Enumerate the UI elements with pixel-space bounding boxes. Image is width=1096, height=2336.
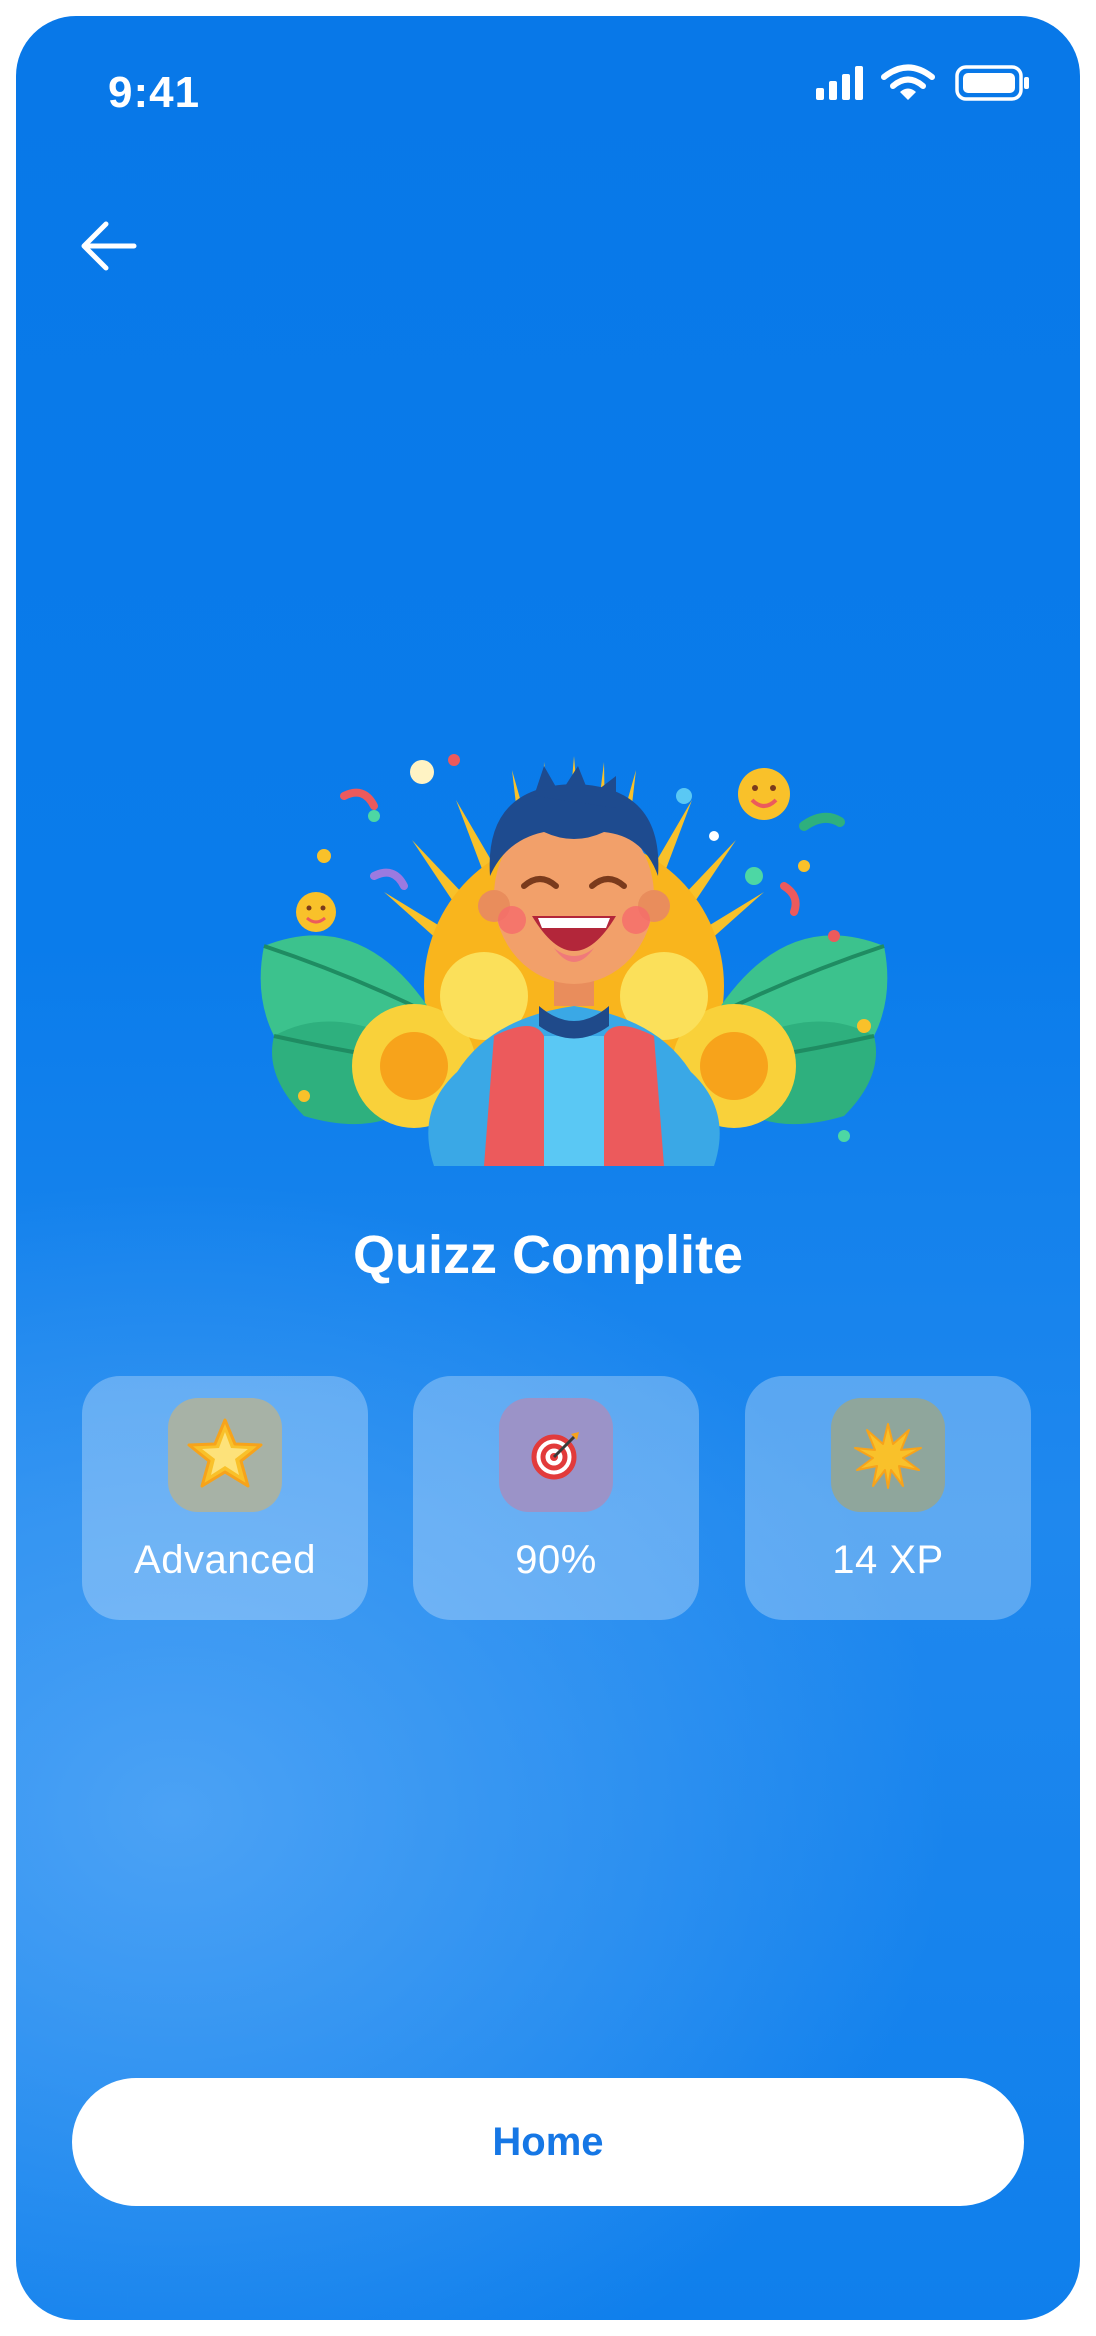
- stat-label-score: 90%: [515, 1538, 597, 1582]
- arrow-left-icon: [81, 221, 137, 271]
- stat-card-score: 90%: [413, 1376, 699, 1620]
- stat-card-level: Advanced: [82, 1376, 368, 1620]
- stat-label-level: Advanced: [134, 1538, 316, 1582]
- star-medal-icon: [168, 1398, 282, 1512]
- starburst-icon: [831, 1398, 945, 1512]
- status-icons: [814, 62, 1044, 106]
- quiz-complete-screen: 9:41 Quizz Complite Advanced 90% 14 XP H…: [16, 16, 1080, 2320]
- wifi-icon: [881, 64, 935, 100]
- stat-label-xp: 14 XP: [832, 1538, 944, 1582]
- home-button[interactable]: Home: [72, 2078, 1024, 2206]
- status-time: 9:41: [108, 68, 201, 117]
- celebration-illustration: [260, 754, 888, 1166]
- stat-card-xp: 14 XP: [745, 1376, 1031, 1620]
- page-title: Quizz Complite: [353, 1225, 743, 1285]
- target-icon: [499, 1398, 613, 1512]
- battery-icon: [955, 65, 1029, 101]
- status-bar: 9:41: [16, 16, 1080, 136]
- back-button[interactable]: [76, 216, 146, 276]
- stats-row: Advanced 90% 14 XP: [82, 1376, 1031, 1620]
